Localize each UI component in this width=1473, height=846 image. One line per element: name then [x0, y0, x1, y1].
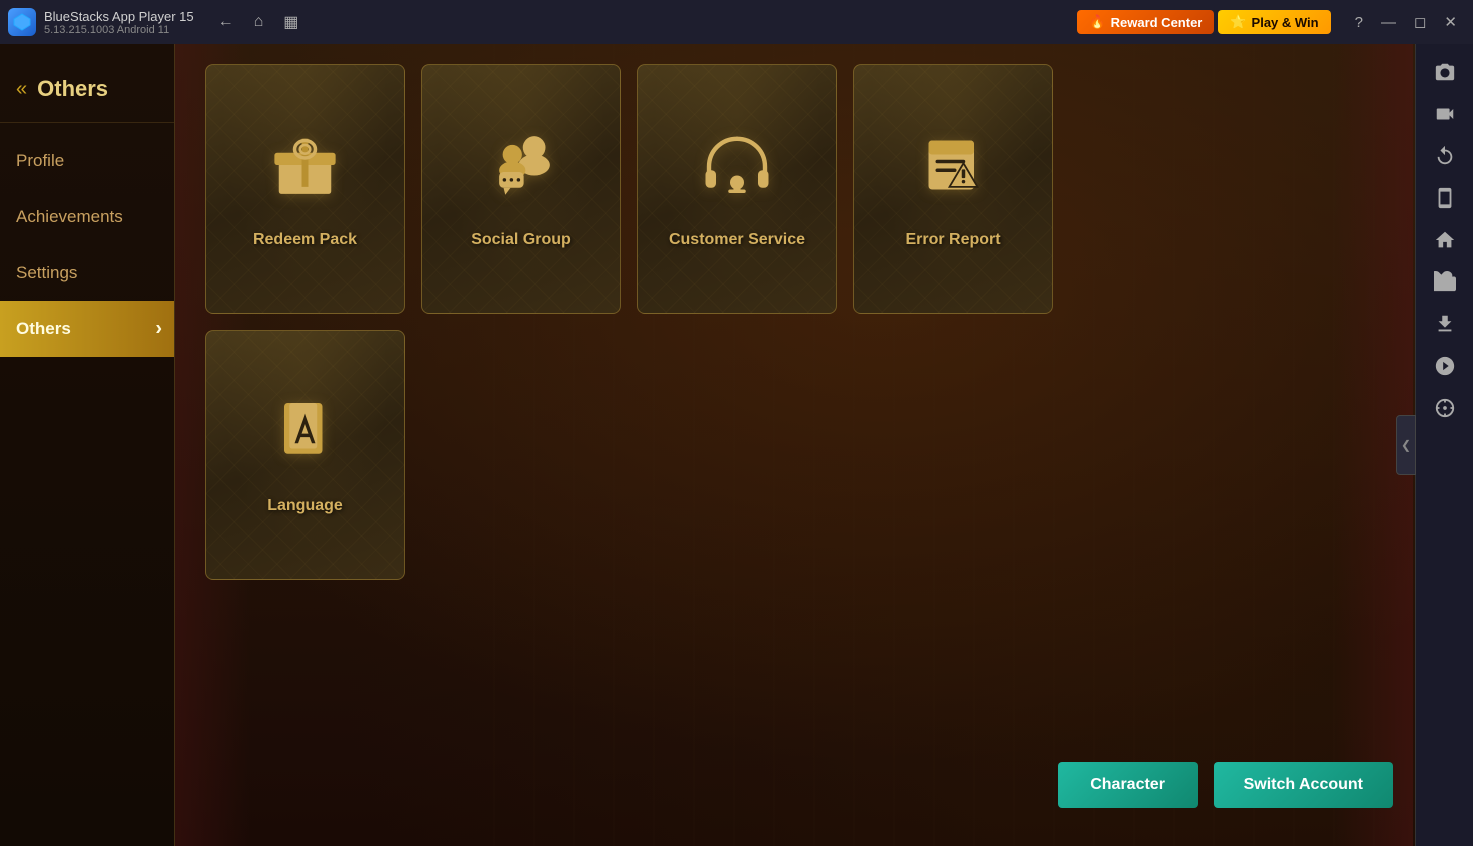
sidebar-item-settings-label: Settings: [16, 263, 77, 282]
import-button[interactable]: [1423, 304, 1467, 344]
screenshot-button[interactable]: [1423, 52, 1467, 92]
nav-title: Others: [37, 76, 108, 102]
titlebar-actions: 🔥 Reward Center ⭐ Play & Win: [1077, 10, 1330, 34]
rotate-button[interactable]: [1423, 136, 1467, 176]
error-report-label: Error Report: [905, 231, 1000, 249]
sidebar-expand-button[interactable]: ❮: [1396, 415, 1416, 475]
titlebar-nav: ← ⌂ ▦: [210, 8, 307, 36]
sidebar-item-profile-label: Profile: [16, 151, 64, 170]
reward-center-button[interactable]: 🔥 Reward Center: [1077, 10, 1214, 34]
reward-center-label: Reward Center: [1111, 15, 1203, 30]
play-win-button[interactable]: ⭐ Play & Win: [1218, 10, 1330, 34]
customer-service-card[interactable]: Customer Service: [637, 64, 837, 314]
macro-button[interactable]: [1423, 346, 1467, 386]
redeem-pack-card[interactable]: Redeem Pack: [205, 64, 405, 314]
app-name: BlueStacks App Player 15: [44, 9, 194, 24]
cards-row-2: Language: [205, 330, 1443, 580]
report-icon: [918, 130, 988, 215]
close-button[interactable]: ✕: [1436, 9, 1465, 35]
back-button[interactable]: ←: [210, 8, 242, 36]
social-icon: [486, 130, 556, 215]
main-area: « Others Profile Achievements Settings O…: [0, 44, 1473, 846]
character-label: Character: [1090, 776, 1165, 793]
customer-service-label: Customer Service: [669, 231, 805, 249]
play-win-star-icon: ⭐: [1230, 14, 1246, 30]
right-sidebar: ❮: [1415, 44, 1473, 846]
sidebar-item-profile[interactable]: Profile: [0, 133, 174, 189]
sidebar-item-achievements-label: Achievements: [16, 207, 123, 226]
left-nav: « Others Profile Achievements Settings O…: [0, 44, 175, 846]
video-button[interactable]: [1423, 94, 1467, 134]
nav-header: « Others: [0, 64, 174, 123]
home-nav-button[interactable]: ⌂: [246, 8, 272, 36]
sidebar-item-others[interactable]: Others: [0, 301, 174, 357]
help-button[interactable]: ?: [1347, 9, 1371, 35]
language-label: Language: [267, 497, 343, 515]
sidebar-item-achievements[interactable]: Achievements: [0, 189, 174, 245]
redeem-pack-label: Redeem Pack: [253, 231, 357, 249]
sidebar-item-settings[interactable]: Settings: [0, 245, 174, 301]
content-area: Redeem Pack: [175, 44, 1473, 846]
switch-account-button[interactable]: Switch Account: [1214, 762, 1393, 808]
sidebar-item-others-label: Others: [16, 319, 71, 338]
app-version: 5.13.215.1003 Android 11: [44, 24, 194, 36]
bluestacks-logo: [8, 8, 36, 36]
title-bar: BlueStacks App Player 15 5.13.215.1003 A…: [0, 0, 1473, 44]
home-sidebar-button[interactable]: [1423, 220, 1467, 260]
language-icon: [270, 396, 340, 481]
restore-button[interactable]: ◻: [1406, 9, 1434, 35]
play-win-label: Play & Win: [1252, 15, 1319, 30]
settings-sidebar-button[interactable]: [1423, 388, 1467, 428]
social-group-card[interactable]: Social Group: [421, 64, 621, 314]
minimize-button[interactable]: —: [1373, 9, 1404, 35]
shake-button[interactable]: [1423, 178, 1467, 218]
window-controls: ? — ◻ ✕: [1347, 9, 1465, 35]
reward-fire-icon: 🔥: [1089, 14, 1105, 30]
social-group-label: Social Group: [471, 231, 571, 249]
gift-icon: [270, 130, 340, 215]
cards-grid: Redeem Pack: [205, 64, 1443, 826]
apk-button[interactable]: [1423, 262, 1467, 302]
switch-account-label: Switch Account: [1244, 776, 1363, 793]
language-card[interactable]: Language: [205, 330, 405, 580]
bottom-bar: Character Switch Account: [1058, 746, 1393, 816]
nav-back-icon: «: [16, 78, 27, 101]
tabs-button[interactable]: ▦: [275, 8, 306, 36]
headset-icon: [702, 130, 772, 215]
cards-row-1: Redeem Pack: [205, 64, 1443, 314]
error-report-card[interactable]: Error Report: [853, 64, 1053, 314]
character-button[interactable]: Character: [1058, 762, 1198, 808]
